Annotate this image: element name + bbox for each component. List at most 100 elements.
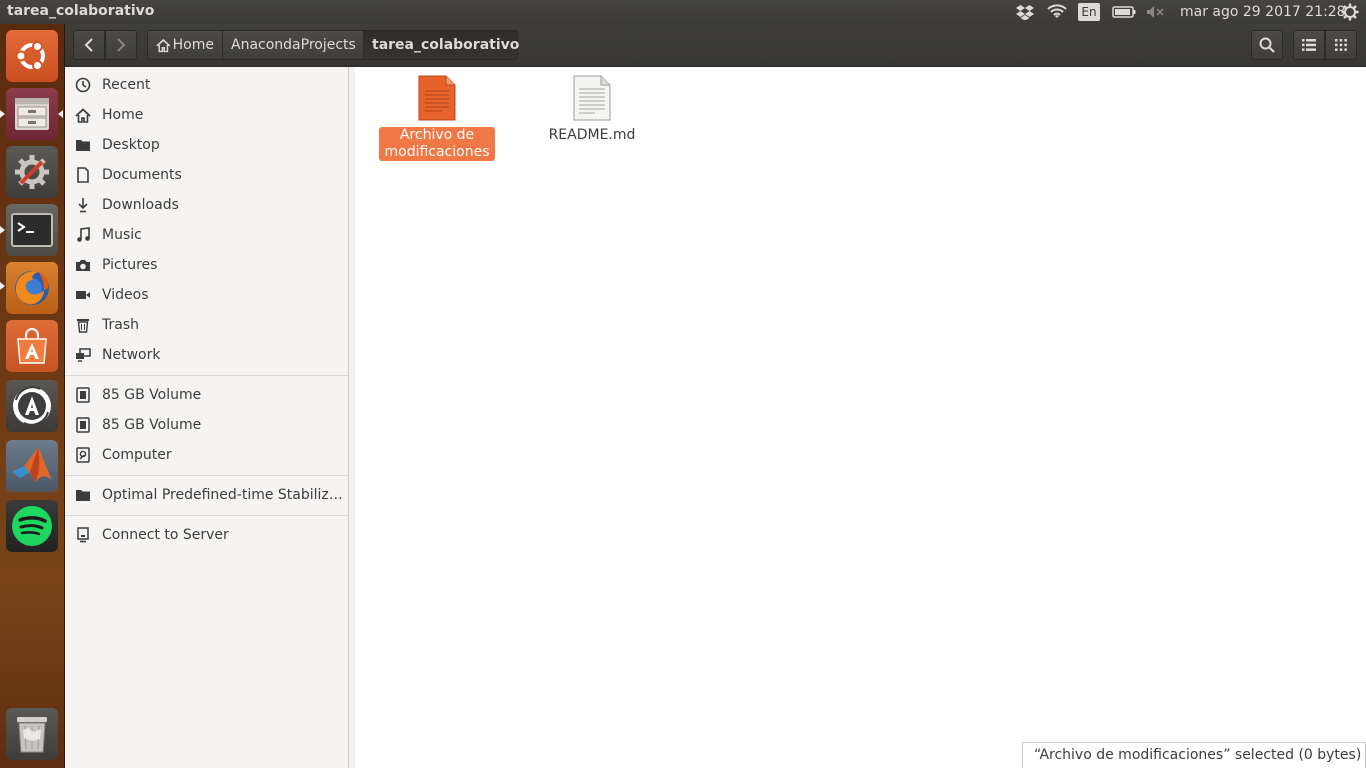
grid-view-button[interactable]: [1325, 30, 1357, 60]
file-name-label: README.md: [548, 127, 636, 143]
sidebar: Recent Home Desktop Documents Downloads …: [65, 67, 349, 768]
file-name-label: Archivo de modificaciones: [379, 127, 495, 161]
keyboard-layout-indicator[interactable]: En: [1078, 3, 1100, 21]
dropbox-icon[interactable]: [1014, 0, 1036, 24]
file-name-line: modificaciones: [384, 144, 490, 160]
active-indicator: [58, 110, 63, 118]
drive-icon: [75, 417, 91, 433]
sidebar-item-connect-to-server[interactable]: Connect to Server: [65, 520, 348, 550]
sidebar-separator: [65, 515, 348, 516]
sidebar-separator: [65, 375, 348, 376]
sidebar-item-label: Documents: [102, 167, 182, 183]
sidebar-item-videos[interactable]: Videos: [65, 280, 348, 310]
sidebar-item-downloads[interactable]: Downloads: [65, 190, 348, 220]
trash-icon: [75, 317, 91, 333]
trash-app-icon[interactable]: [6, 708, 58, 760]
sidebar-item-label: Optimal Predefined-time Stabiliza...: [102, 487, 346, 503]
drive-icon: [75, 387, 91, 403]
back-button[interactable]: [73, 30, 105, 60]
breadcrumb-label: tarea_colaborativo: [372, 37, 520, 53]
breadcrumb-tarea-colaborativo[interactable]: tarea_colaborativo: [363, 30, 520, 60]
home-icon: [156, 38, 171, 52]
sidebar-item-label: Network: [102, 347, 161, 363]
volume-muted-icon[interactable]: [1144, 0, 1168, 24]
file-item-archivo-de-modificaciones[interactable]: Archivo de modificaciones: [377, 75, 497, 161]
sidebar-item-label: 85 GB Volume: [102, 417, 202, 433]
folder-icon: [75, 137, 91, 153]
sidebar-item-network[interactable]: Network: [65, 340, 348, 370]
session-gear-icon[interactable]: [1338, 0, 1362, 24]
sidebar-item-computer[interactable]: Computer: [65, 440, 348, 470]
header-bar: Home AnacondaProjects tarea_colaborativo: [65, 24, 1366, 67]
selection-status: “Archivo de modificaciones” selected (0 …: [1022, 742, 1366, 768]
sidebar-item-label: 85 GB Volume: [102, 387, 202, 403]
orange-document-icon: [418, 75, 456, 121]
sidebar-item-home[interactable]: Home: [65, 100, 348, 130]
breadcrumb-label: Home: [172, 37, 214, 53]
sidebar-item-label: Recent: [102, 77, 151, 93]
sidebar-item-label: Trash: [102, 317, 139, 333]
file-name-line: Archivo de: [399, 127, 475, 143]
chevron-right-icon: [117, 38, 126, 52]
matlab-icon[interactable]: [6, 440, 58, 492]
sidebar-item-volume-2[interactable]: 85 GB Volume: [65, 410, 348, 440]
sidebar-item-label: Music: [102, 227, 142, 243]
firefox-icon[interactable]: [6, 262, 58, 314]
file-item-readme[interactable]: README.md: [532, 75, 652, 144]
sidebar-item-label: Desktop: [102, 137, 160, 153]
running-indicator: [0, 110, 5, 118]
running-indicator: [0, 226, 5, 234]
running-indicator: [0, 282, 5, 290]
text-file-icon: [573, 75, 611, 121]
sidebar-item-label: Pictures: [102, 257, 158, 273]
sidebar-item-label: Downloads: [102, 197, 179, 213]
sidebar-separator: [65, 475, 348, 476]
software-updater-icon[interactable]: [6, 380, 58, 432]
files-app-icon[interactable]: [6, 88, 58, 140]
home-icon: [75, 107, 91, 123]
sidebar-item-desktop[interactable]: Desktop: [65, 130, 348, 160]
chevron-left-icon: [84, 38, 93, 52]
sidebar-item-recent[interactable]: Recent: [65, 70, 348, 100]
server-icon: [75, 527, 91, 543]
sidebar-item-trash[interactable]: Trash: [65, 310, 348, 340]
search-icon: [1259, 37, 1275, 53]
software-center-icon[interactable]: [6, 320, 58, 372]
sidebar-item-label: Connect to Server: [102, 527, 229, 543]
sidebar-item-pictures[interactable]: Pictures: [65, 250, 348, 280]
forward-button[interactable]: [105, 30, 137, 60]
search-button[interactable]: [1251, 30, 1283, 60]
breadcrumb-anacondaprojects[interactable]: AnacondaProjects: [222, 30, 364, 60]
video-icon: [75, 287, 91, 303]
breadcrumb-home[interactable]: Home: [147, 30, 223, 60]
sidebar-item-bookmark-optimal[interactable]: Optimal Predefined-time Stabiliza...: [65, 480, 348, 510]
sidebar-item-music[interactable]: Music: [65, 220, 348, 250]
camera-icon: [75, 257, 91, 273]
sidebar-item-documents[interactable]: Documents: [65, 160, 348, 190]
battery-icon[interactable]: [1110, 0, 1138, 24]
folder-icon: [75, 487, 91, 503]
sidebar-item-label: Videos: [102, 287, 149, 303]
spotify-icon[interactable]: [6, 500, 58, 552]
sidebar-item-label: Computer: [102, 447, 172, 463]
file-view[interactable]: Archivo de modificaciones README.md: [355, 67, 1366, 768]
list-view-icon: [1302, 39, 1316, 51]
clock[interactable]: mar ago 29 2017 21:28: [1180, 4, 1346, 20]
launcher: [0, 24, 65, 768]
document-icon: [75, 167, 91, 183]
window-title: tarea_colaborativo: [7, 3, 155, 19]
sidebar-item-volume-1[interactable]: 85 GB Volume: [65, 380, 348, 410]
top-panel: tarea_colaborativo En mar ago 29 2017 21…: [0, 0, 1366, 24]
music-icon: [75, 227, 91, 243]
grid-view-icon: [1335, 39, 1347, 51]
system-settings-icon[interactable]: [6, 146, 58, 198]
network-icon: [75, 347, 91, 363]
wifi-icon[interactable]: [1045, 0, 1069, 24]
terminal-icon[interactable]: [6, 204, 58, 256]
sidebar-item-label: Home: [102, 107, 144, 123]
breadcrumb-label: AnacondaProjects: [231, 37, 356, 53]
ubuntu-dash-icon[interactable]: [6, 30, 58, 82]
computer-icon: [75, 447, 91, 463]
list-view-button[interactable]: [1293, 30, 1325, 60]
clock-icon: [75, 77, 91, 93]
